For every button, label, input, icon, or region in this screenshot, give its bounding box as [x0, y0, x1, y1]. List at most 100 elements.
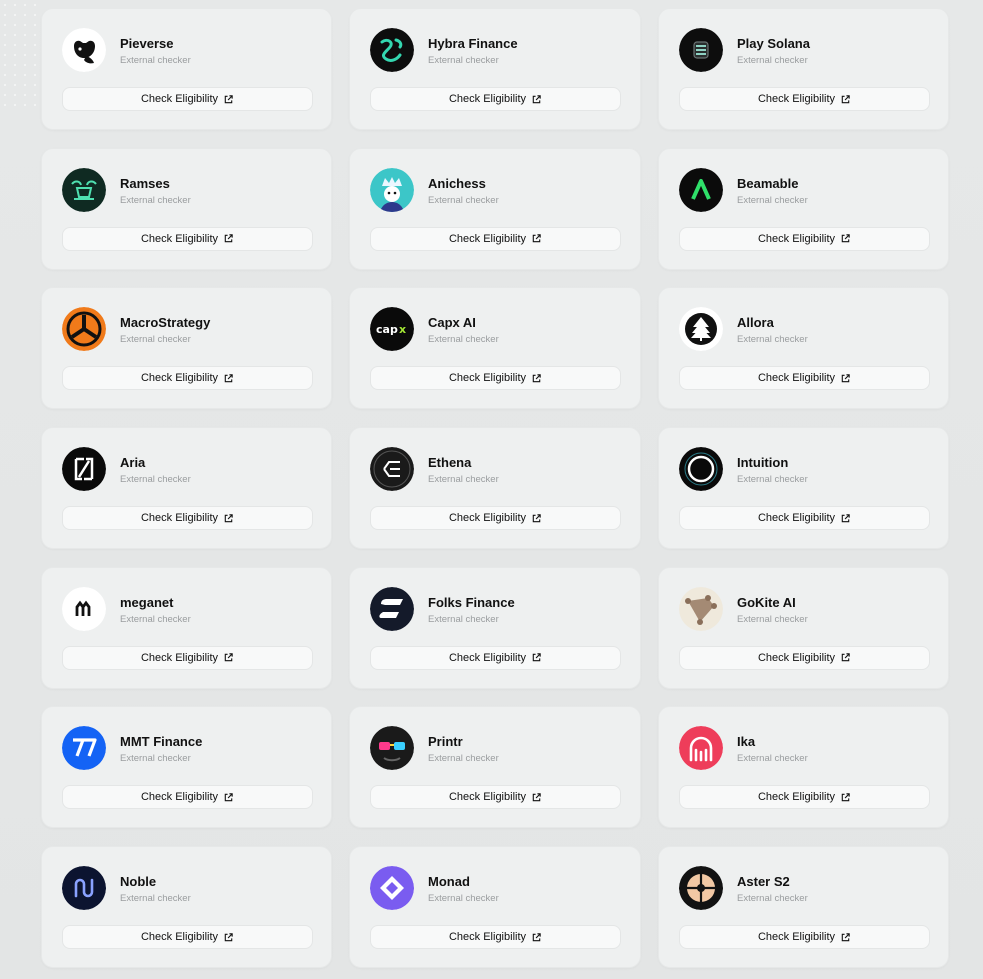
check-eligibility-label: Check Eligibility	[448, 931, 527, 944]
external-link-icon	[841, 793, 850, 802]
hybra-swirl-logo	[370, 28, 414, 72]
project-name: Hybra Finance	[428, 36, 518, 51]
project-name: Allora	[737, 315, 774, 331]
project-name: Aster S2	[737, 874, 790, 890]
external-link-icon	[224, 653, 233, 662]
check-eligibility-button[interactable]: Check Eligibility	[62, 645, 313, 670]
folks-finance-logo	[370, 586, 414, 631]
check-eligibility-button[interactable]: Check Eligibility	[370, 506, 621, 531]
monad-logo	[370, 866, 414, 911]
check-eligibility-button[interactable]: Check Eligibility	[370, 645, 621, 670]
external-link-icon	[532, 793, 541, 802]
project-name: Play Solana	[737, 36, 810, 51]
external-link-icon	[532, 513, 541, 522]
check-eligibility-button[interactable]: Check Eligibility	[62, 87, 313, 111]
checker-card-intuition: Intuition External checker Check Eligibili…	[658, 427, 949, 550]
check-eligibility-label: Check Eligibility	[448, 791, 527, 804]
checker-type-label: External checker	[737, 613, 808, 625]
check-eligibility-button[interactable]: Check Eligibility	[62, 366, 313, 391]
external-link-icon	[532, 653, 541, 662]
check-eligibility-label: Check Eligibility	[140, 931, 219, 944]
checker-card-play-solana: Play Solana External checker Check Eligibi…	[658, 8, 949, 130]
checker-card-aria: Aria External checker Check Eligibility	[41, 427, 332, 550]
check-eligibility-label: Check Eligibility	[757, 931, 836, 944]
meganet-logo	[62, 586, 106, 631]
check-eligibility-label: Check Eligibility	[448, 232, 527, 245]
check-eligibility-label: Check Eligibility	[757, 93, 836, 105]
check-eligibility-button[interactable]: Check Eligibility	[62, 226, 313, 251]
check-eligibility-label: Check Eligibility	[448, 512, 527, 525]
external-link-icon	[224, 513, 233, 522]
checker-card-pieverse: Pieverse External checker Check Eligibilit…	[41, 8, 332, 130]
check-eligibility-button[interactable]: Check Eligibility	[370, 87, 621, 111]
checker-card-ramses: Ramses External checker Check Eligibility	[41, 147, 332, 270]
external-link-icon	[532, 932, 541, 941]
check-eligibility-button[interactable]: Check Eligibility	[62, 785, 313, 810]
project-name: Anichess	[428, 175, 486, 191]
check-eligibility-button[interactable]: Check Eligibility	[370, 785, 621, 810]
check-eligibility-button[interactable]: Check Eligibility	[679, 645, 930, 670]
checker-type-label: External checker	[428, 613, 499, 625]
check-eligibility-button[interactable]: Check Eligibility	[679, 87, 930, 111]
check-eligibility-button[interactable]: Check Eligibility	[679, 366, 930, 391]
external-link-icon	[224, 94, 233, 103]
ika-octopus-logo	[679, 726, 723, 771]
external-link-icon	[841, 932, 850, 941]
check-eligibility-label: Check Eligibility	[757, 512, 836, 525]
project-name: Folks Finance	[428, 594, 515, 610]
checker-type-label: External checker	[120, 753, 191, 765]
external-link-icon	[224, 793, 233, 802]
aria-bracket-logo	[62, 447, 106, 492]
project-name: meganet	[120, 594, 174, 610]
external-link-icon	[532, 374, 541, 383]
checker-type-label: External checker	[737, 893, 808, 905]
check-eligibility-button[interactable]: Check Eligibility	[679, 925, 930, 950]
checker-type-label: External checker	[737, 334, 808, 346]
checker-type-label: External checker	[737, 753, 808, 765]
check-eligibility-button[interactable]: Check Eligibility	[370, 366, 621, 391]
project-name: Capx AI	[428, 315, 476, 331]
check-eligibility-label: Check Eligibility	[757, 651, 836, 664]
aster-star-logo	[679, 866, 723, 911]
svg-text:cap: cap	[376, 323, 398, 336]
background-dot-pattern	[0, 0, 40, 110]
project-name: Aria	[120, 455, 146, 471]
check-eligibility-button[interactable]: Check Eligibility	[62, 506, 313, 531]
checker-type-label: External checker	[120, 893, 191, 905]
checker-card-mmt-finance: MMT Finance External checker Check Eligibi…	[41, 706, 332, 829]
checker-type-label: External checker	[737, 474, 808, 486]
checker-type-label: External checker	[428, 893, 499, 905]
check-eligibility-label: Check Eligibility	[757, 232, 836, 245]
check-eligibility-button[interactable]: Check Eligibility	[370, 925, 621, 950]
check-eligibility-button[interactable]: Check Eligibility	[62, 925, 313, 950]
printr-glasses-logo	[370, 726, 414, 771]
checker-card-capx-ai: cap x Capx AI External checker Check Eligibi…	[349, 287, 641, 410]
check-eligibility-button[interactable]: Check Eligibility	[679, 226, 930, 251]
check-eligibility-button[interactable]: Check Eligibility	[370, 226, 621, 251]
beamable-chevron-logo	[679, 167, 723, 212]
pieverse-bear-logo	[62, 28, 106, 72]
project-name: Ethena	[428, 455, 472, 471]
project-name: Printr	[428, 734, 463, 750]
checker-type-label: External checker	[428, 474, 499, 486]
ethena-logo	[370, 447, 414, 492]
project-name: Monad	[428, 874, 470, 890]
check-eligibility-button[interactable]: Check Eligibility	[679, 785, 930, 810]
airdrop-checker-grid: Pieverse External checker Check Eligibilit…	[41, 8, 949, 969]
external-link-icon	[532, 94, 541, 103]
external-link-icon	[841, 653, 850, 662]
checker-card-monad: Monad External checker Check Eligibility	[349, 846, 641, 969]
checker-type-label: External checker	[428, 55, 499, 66]
checker-type-label: External checker	[428, 334, 499, 346]
checker-card-printr: Printr External checker Check Eligibility	[349, 706, 641, 829]
project-name: GoKite AI	[737, 594, 796, 610]
capx-wordmark-logo: cap x	[370, 307, 414, 352]
project-name: Noble	[120, 874, 157, 890]
play-solana-logo	[679, 28, 723, 72]
checker-type-label: External checker	[120, 55, 191, 66]
check-eligibility-label: Check Eligibility	[448, 651, 527, 664]
check-eligibility-label: Check Eligibility	[140, 651, 219, 664]
check-eligibility-button[interactable]: Check Eligibility	[679, 506, 930, 531]
project-name: MMT Finance	[120, 734, 203, 750]
check-eligibility-label: Check Eligibility	[448, 93, 527, 105]
